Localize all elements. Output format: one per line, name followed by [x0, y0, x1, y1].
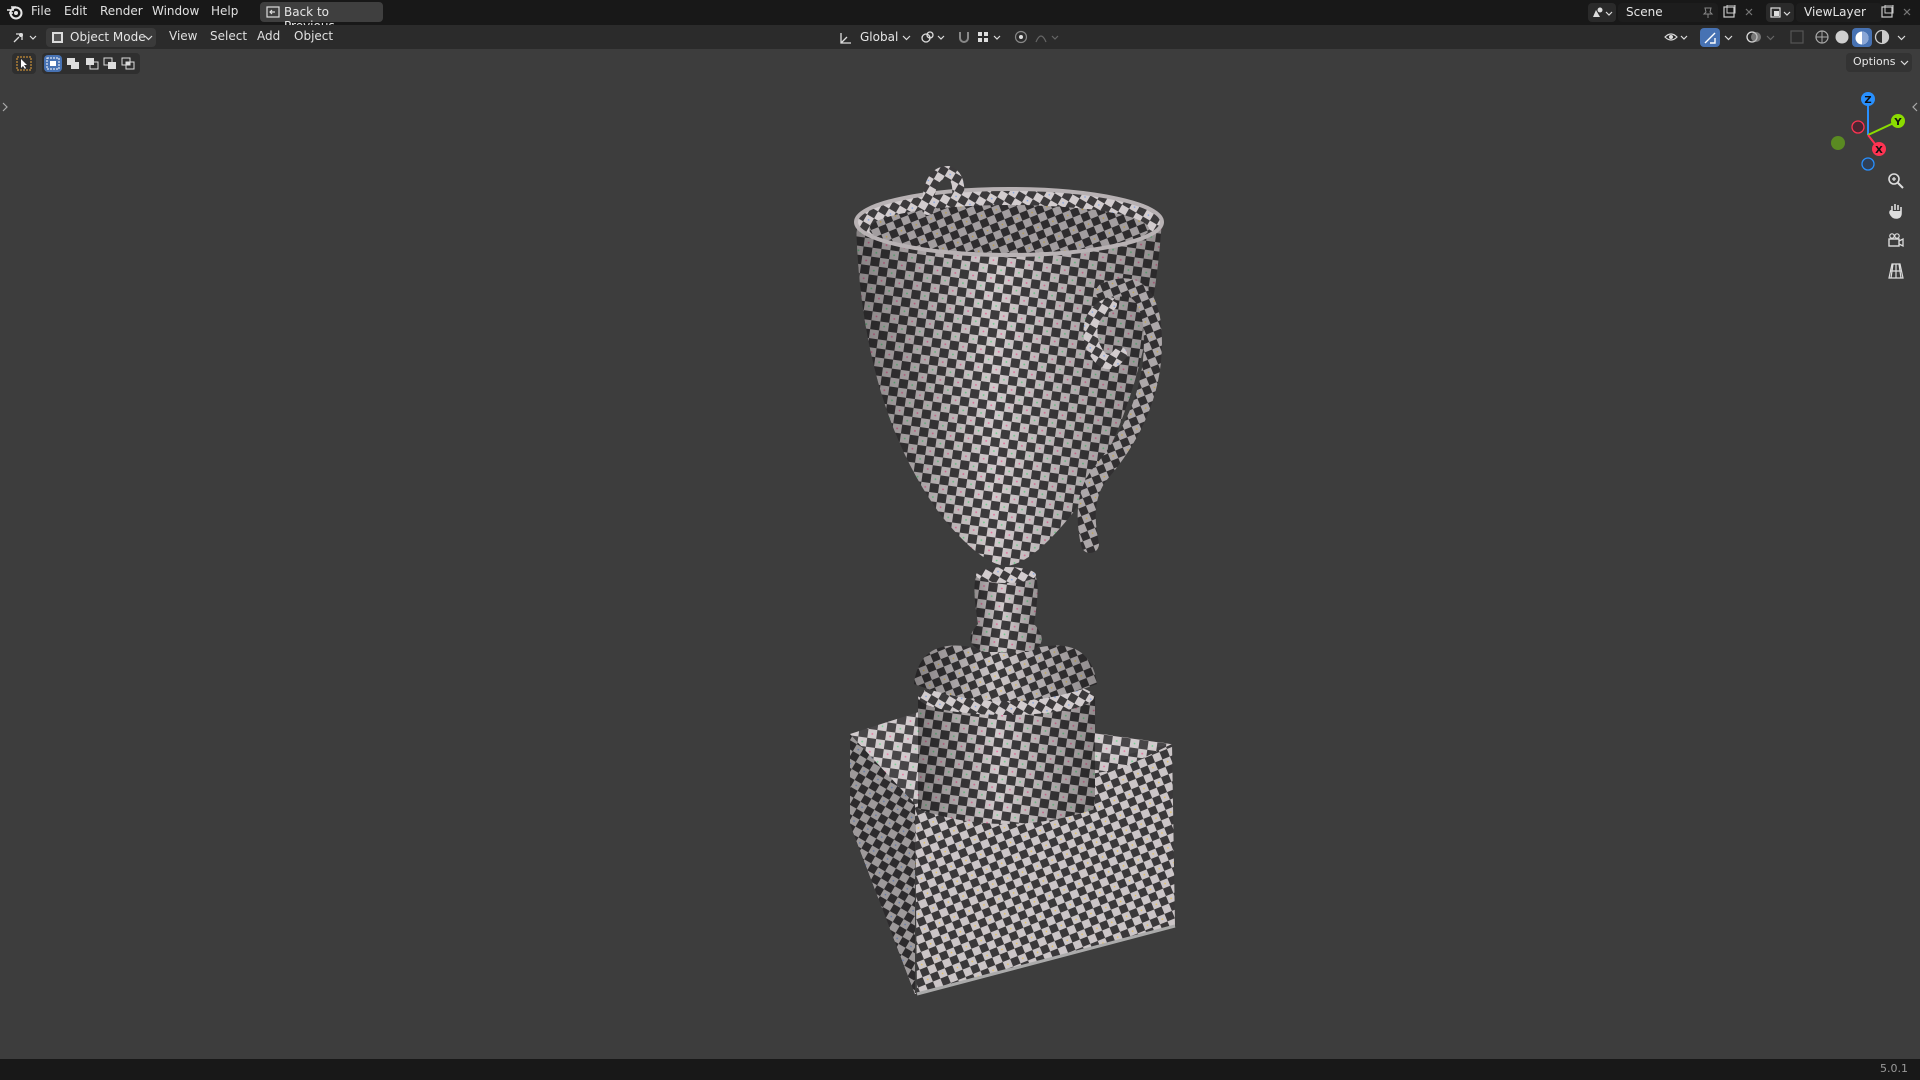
rendered-shading-icon[interactable]	[1874, 29, 1890, 45]
snap-target-icon[interactable]	[976, 30, 1006, 45]
pin-icon[interactable]	[1702, 6, 1714, 19]
view-layer-name-field[interactable]: ViewLayer	[1796, 3, 1882, 22]
3d-viewport[interactable]: Options Z Y X	[0, 49, 1920, 1059]
toolbar-expand-icon[interactable]	[1, 101, 9, 113]
grid-perspective-icon	[1888, 263, 1904, 279]
viewport-header: Object Mode View Select Add Object Globa…	[0, 25, 1920, 49]
snap-icon[interactable]	[956, 29, 972, 45]
options-label: Options	[1853, 55, 1896, 68]
orientation-label: Global	[860, 30, 899, 44]
select-subtract-icon[interactable]	[85, 57, 99, 70]
menu-file[interactable]: File	[31, 4, 51, 18]
falloff-icon[interactable]	[1034, 30, 1064, 44]
select-extend-icon[interactable]	[66, 57, 80, 70]
camera-view-button[interactable]	[1882, 227, 1910, 255]
scene-icon	[1593, 7, 1613, 17]
new-view-layer-icon[interactable]	[1880, 5, 1894, 19]
proportional-editing-icon[interactable]	[1014, 30, 1028, 44]
gizmo-toggle-button[interactable]	[1700, 28, 1720, 47]
status-bar: 5.0.1	[0, 1059, 1920, 1080]
visibility-icon[interactable]	[1663, 30, 1693, 45]
view-layer-name: ViewLayer	[1804, 5, 1866, 19]
scene-name: Scene	[1626, 5, 1663, 19]
chevron-down-icon[interactable]	[1724, 35, 1733, 41]
gizmo-y-label: Y	[1893, 117, 1902, 128]
delete-scene-icon[interactable]	[1744, 7, 1754, 17]
ortho-toggle-button[interactable]	[1882, 257, 1910, 285]
select-new-icon	[46, 57, 60, 70]
select-invert-icon[interactable]	[103, 57, 117, 70]
sidebar-expand-icon[interactable]	[1911, 101, 1919, 113]
navigation-gizmo[interactable]: Z Y X	[1822, 87, 1910, 173]
menu-window[interactable]: Window	[152, 4, 199, 18]
pivot-point-icon[interactable]	[920, 30, 950, 45]
object-mode-icon	[52, 32, 63, 43]
view-layer-browse-button[interactable]	[1766, 3, 1794, 22]
header-menu-select[interactable]: Select	[210, 29, 247, 43]
select-new-button[interactable]	[44, 55, 62, 72]
view-layer-icon	[1770, 7, 1791, 18]
zoom-button[interactable]	[1882, 167, 1910, 195]
chevron-down-icon	[144, 35, 153, 41]
chevron-down-icon	[1900, 60, 1909, 66]
chevron-down-icon[interactable]	[1897, 35, 1906, 41]
header-menu-view[interactable]: View	[169, 29, 197, 43]
header-menu-object[interactable]: Object	[294, 29, 333, 43]
gizmo-x-label: X	[1875, 145, 1883, 156]
wireframe-shading-icon[interactable]	[1814, 29, 1830, 45]
zoom-icon	[1888, 173, 1904, 189]
mode-dropdown[interactable]: Object Mode	[46, 28, 156, 47]
header-menu-add[interactable]: Add	[257, 29, 280, 43]
3d-viewport-icon	[13, 33, 37, 43]
scene-name-field[interactable]: Scene	[1618, 3, 1718, 22]
chevron-down-icon[interactable]	[1766, 35, 1775, 41]
options-dropdown[interactable]: Options	[1846, 53, 1912, 72]
selection-mode-group	[42, 53, 140, 74]
delete-view-layer-icon[interactable]	[1902, 7, 1912, 17]
active-tool-button[interactable]	[12, 53, 36, 74]
menu-render[interactable]: Render	[100, 4, 143, 18]
hand-icon	[1889, 204, 1902, 219]
editor-type-button[interactable]	[10, 28, 40, 47]
gizmo-z-label: Z	[1864, 95, 1871, 106]
scene-browse-button[interactable]	[1588, 3, 1616, 22]
camera-icon	[1888, 233, 1904, 248]
pan-button[interactable]	[1882, 197, 1910, 225]
back-icon	[266, 6, 280, 18]
orientation-icon	[840, 33, 851, 44]
gizmo-icon	[1704, 32, 1716, 44]
menu-edit[interactable]: Edit	[64, 4, 87, 18]
new-scene-icon[interactable]	[1722, 5, 1736, 19]
transform-orientation-dropdown[interactable]: Global	[836, 28, 914, 47]
version-label: 5.0.1	[1880, 1062, 1908, 1075]
xray-icon[interactable]	[1790, 30, 1804, 44]
material-preview-button[interactable]	[1852, 28, 1872, 47]
solid-shading-icon[interactable]	[1834, 29, 1850, 45]
blender-logo-icon[interactable]	[6, 4, 24, 20]
select-intersect-icon[interactable]	[121, 57, 135, 70]
select-box-tool-icon	[16, 56, 32, 71]
back-to-previous-button[interactable]: Back to Previous	[260, 2, 383, 33]
menu-help[interactable]: Help	[211, 4, 238, 18]
chevron-down-icon	[902, 35, 911, 41]
top-bar: File Edit Render Window Help Back to Pre…	[0, 0, 1920, 33]
mode-label: Object Mode	[70, 30, 146, 44]
trophy-object[interactable]	[820, 104, 1200, 1004]
material-preview-icon	[1855, 31, 1869, 45]
overlays-icon[interactable]	[1746, 29, 1762, 45]
